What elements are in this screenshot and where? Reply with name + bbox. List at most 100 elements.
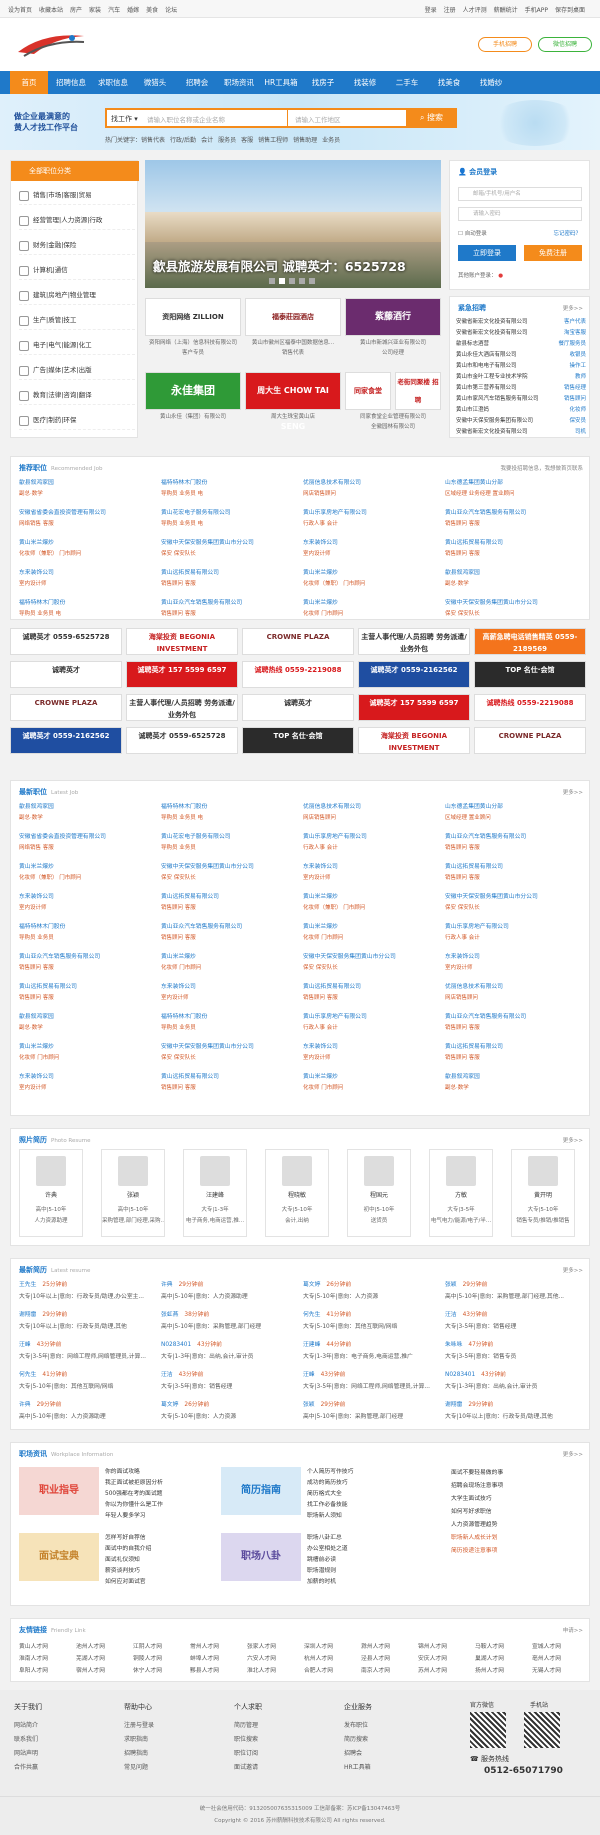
resume-cell[interactable]: 谢翔雷 29分钟前 大专|10年以上|意向：行政专员/助理,其他 [445,1399,583,1425]
job-cell[interactable]: 黄山远拓贸易有限公司 销售顾问 客服 [445,1041,585,1067]
company-job[interactable]: 公司经理 [345,348,441,356]
urgent-company[interactable]: 安徽中天保安服务集团有限公司 [456,418,533,424]
slider-dot[interactable] [289,278,295,284]
company-name[interactable]: 全徽园林有限公司 [345,422,441,430]
friend-link[interactable]: 阜阳人才网 [19,1665,79,1674]
job-titles[interactable]: 化妆师（兼职） 门市顾问 [19,549,159,557]
resume-name[interactable]: 何先生 [19,1372,36,1378]
urgent-row[interactable]: 歙县标志酒营 餐厅服务员 [456,339,586,349]
company-name[interactable]: 黄山市新城兴亚业有限公司 [345,338,441,346]
job-titles[interactable]: 化妆师 门市顾问 [161,963,301,971]
job-company[interactable]: 黄山米兰爆炒 [303,597,443,606]
resume-name[interactable]: N0283401 [161,1342,191,1348]
job-cell[interactable]: 黄山乐享房地产有限公司 行政人事 会计 [303,507,443,533]
top-link[interactable]: 注册 [444,7,456,14]
job-titles[interactable]: 导购员 业务员 [19,933,159,941]
resume-guide-image[interactable]: 简历指南 [221,1467,301,1515]
job-company[interactable]: 黄山远拓贸易有限公司 [161,567,301,576]
hot-keyword[interactable]: 客服 [241,137,253,144]
friend-link[interactable]: 淮北人才网 [247,1665,307,1674]
job-cell[interactable]: 黄山远拓贸易有限公司 销售顾问 客服 [303,981,443,1007]
urgent-company[interactable]: 黄山市第三营养有限公司 [456,385,517,391]
resume-name[interactable]: 许典 [19,1402,31,1408]
urgent-row[interactable]: 安徽中天保安服务集团有限公司 保安员 [456,416,586,426]
resume-card[interactable]: 许典 高中|5-10年 人力资源助理 [19,1149,83,1237]
urgent-row[interactable]: 安徽省新宏文化投资有限公司 司机 [456,427,586,437]
news-item[interactable]: 跳槽前必读 [307,1555,427,1566]
urgent-job[interactable]: 司机 [575,427,586,437]
job-company[interactable]: 安徽省省委会直投资管理有限公司 [19,831,159,840]
workplace-more-link[interactable]: 更多>> [563,1450,583,1458]
job-titles[interactable]: 销售顾问 客服 [445,1023,585,1031]
job-company[interactable]: 优丽信息技术有限公司 [303,477,443,486]
job-titles[interactable]: 销售顾问 客服 [445,873,585,881]
job-cell[interactable]: 黄山远拓贸易有限公司 销售顾问 客服 [19,981,159,1007]
job-company[interactable]: 黄山米兰爆炒 [303,921,443,930]
forgot-password-link[interactable]: 忘记密码？ [553,229,581,237]
job-cell[interactable]: 安徽中天保安服务集团黄山市分公司 保安 保安队长 [161,1041,301,1067]
workplace-gossip-image[interactable]: 职场八卦 [221,1533,301,1581]
ad-banner[interactable]: CROWNE PLAZA [474,727,586,754]
news-item[interactable]: 怎样写好自荐信 [105,1533,225,1544]
top-link[interactable]: 收藏本站 [39,7,63,14]
friend-link[interactable]: 滁州人才网 [361,1641,421,1650]
company-logo[interactable]: 福泰莊园酒店 [245,298,341,336]
friend-link[interactable]: 苏州人才网 [418,1665,478,1674]
footer-link[interactable]: 招聘指南 [124,1748,154,1757]
urgent-row[interactable]: 黄山市第三营养有限公司 销售经理 [456,383,586,393]
job-cell[interactable]: 东来装饰公司 室内设计师 [303,861,443,887]
job-cell[interactable]: 福特特林木门股份 导购员 业务员 电 [161,801,301,827]
job-company[interactable]: 黄山远拓贸易有限公司 [445,537,585,546]
job-titles[interactable]: 化妆师 门市顾问 [19,1053,159,1061]
footer-link[interactable]: 职位订阅 [234,1748,262,1757]
friend-link[interactable]: 深圳人才网 [304,1641,364,1650]
hot-keyword[interactable]: 业务员 [322,137,340,144]
job-titles[interactable]: 室内设计师 [445,963,585,971]
job-company[interactable]: 黄山米兰爆炒 [161,951,301,960]
friend-link[interactable]: 无锡人才网 [532,1665,592,1674]
job-cell[interactable]: 优丽信息技术有限公司 网店销售顾问 [303,477,443,503]
resume-cell[interactable]: 汪洁 43分钟前 大专|3-5年|意向：销售经理 [161,1369,299,1395]
news-item[interactable]: 简历投递注意事项 [451,1545,585,1558]
urgent-job[interactable]: 操作工 [569,361,586,371]
job-titles[interactable]: 行政人事 会计 [303,843,443,851]
ad-banner[interactable]: 诚聘英才 [242,694,354,721]
resume-cell[interactable]: 王先生 25分钟前 大专|10年以上|意向：行政专员/助理,办公室主... [19,1279,157,1305]
resume-name[interactable]: 程晓敏 [266,1190,328,1199]
job-cell[interactable]: 黄山米兰爆炒 化妆师（兼职） 门市顾问 [19,861,159,887]
top-link[interactable]: 手机APP [525,7,548,14]
slider-dot[interactable] [299,278,305,284]
job-company[interactable]: 黄山亚众汽车销售服务有限公司 [445,831,585,840]
job-cell[interactable]: 东来装饰公司 室内设计师 [303,1041,443,1067]
footer-link[interactable]: 网站简介 [14,1720,42,1729]
job-titles[interactable]: 保安 保安队长 [161,873,301,881]
urgent-job[interactable]: 保安员 [569,416,586,426]
friend-link[interactable]: 亳州人才网 [532,1653,592,1662]
job-titles[interactable]: 销售顾问 客服 [19,993,159,1001]
banner-slider[interactable]: 歙县旅游发展有限公司 诚聘英才：6525728 [145,160,441,288]
nav-item[interactable]: 二手车 [388,71,426,94]
job-company[interactable]: 黄山乐享房地产有限公司 [445,921,585,930]
job-company[interactable]: 山东德孟集团黄山分部 [445,801,585,810]
job-company[interactable]: 安徽中天保安服务集团黄山市分公司 [161,1041,301,1050]
job-company[interactable]: 黄山乐享房地产有限公司 [303,1011,443,1020]
job-titles[interactable]: 室内设计师 [303,1053,443,1061]
job-titles[interactable]: 导购员 业务员 电 [19,609,159,617]
ad-banner[interactable]: 诚聘英才 0559-6525728 [126,727,238,754]
job-titles[interactable]: 销售顾问 客服 [445,843,585,851]
job-company[interactable]: 东来装饰公司 [19,1071,159,1080]
top-link[interactable]: 薪酬统计 [494,7,518,14]
urgent-row[interactable]: 黄山市和电电子有限公司 操作工 [456,361,586,371]
job-company[interactable]: 歙县叙鸿家园 [19,477,159,486]
career-guide-image[interactable]: 职业指导 [19,1467,99,1515]
job-cell[interactable]: 黄山米兰爆炒 化妆师（兼职） 门市顾问 [303,891,443,917]
job-cell[interactable]: 黄山亚众汽车销售服务有限公司 销售顾问 客服 [445,1011,585,1037]
job-cell[interactable]: 黄山亚众汽车销售服务有限公司 销售顾问 客服 [161,597,301,623]
resume-name[interactable]: N0283401 [445,1372,475,1378]
resume-cell[interactable]: 何先生 41分钟前 大专|5-10年|意向：其他互联网/网络 [303,1309,441,1335]
urgent-job[interactable]: 销售经理 [564,383,586,393]
top-link[interactable]: 人才评测 [463,7,487,14]
job-company[interactable]: 福特特林木门股份 [19,921,159,930]
job-company[interactable]: 优丽信息技术有限公司 [445,981,585,990]
job-cell[interactable]: 福特特林木门股份 导购员 业务员 [19,921,159,947]
